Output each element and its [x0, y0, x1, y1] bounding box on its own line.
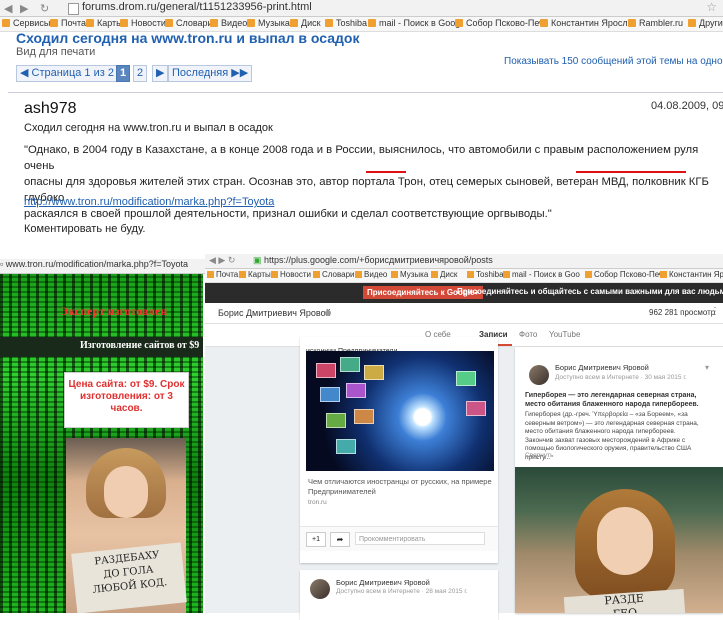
print-view-label: Вид для печати	[16, 46, 96, 58]
post-subject: Сходил сегодня на www.tron.ru и выпал в …	[24, 122, 273, 134]
post-card: исконнии Предприниматели Чем отличаются …	[300, 337, 498, 563]
photo-sign: РАЗДЕ ГЕО	[563, 588, 687, 613]
post-date: 04.08.2009, 09	[651, 100, 723, 112]
tron-banner: Эксперт изготовлен	[60, 304, 168, 318]
page-1-button[interactable]: 1	[116, 65, 131, 82]
post-meta: Доступно всем в Интернете · 30 мая 2015 …	[555, 374, 687, 381]
bookmark-item[interactable]: Константин Яросла	[540, 18, 633, 28]
gplus-stream: исконнии Предприниматели Чем отличаются …	[205, 337, 723, 620]
reload-icon[interactable]: ↻	[40, 2, 49, 15]
woman-photo: РАЗДЕБАХУ ДО ГОЛА ЛЮБОЙ КОД.	[66, 438, 187, 613]
photo-sign: РАЗДЕБАХУ ДО ГОЛА ЛЮБОЙ КОД.	[71, 542, 187, 613]
gplus-profile-bar: Борис Дмитриевич Яровой 962 281 просмотр…	[205, 303, 723, 324]
card-description[interactable]: Чем отличаются иностранцы от русских, на…	[308, 477, 493, 497]
bookmark-item[interactable]: Словари	[165, 18, 213, 28]
red-underline	[576, 171, 686, 173]
tab-youtube[interactable]: YouTube	[549, 330, 580, 339]
topic-title[interactable]: Сходил сегодня на www.tron.ru и выпал в …	[16, 30, 359, 46]
page-2-button[interactable]: 2	[133, 65, 148, 82]
price-box: Цена сайта: от $9. Срок изготовления: от…	[64, 372, 189, 428]
prev-icon: ◀	[20, 67, 32, 79]
bookmark-item[interactable]: Музыка	[391, 270, 428, 279]
bookmark-item[interactable]: Почта	[207, 270, 238, 279]
views-count: 962 281 просмотр	[649, 308, 716, 317]
avatar[interactable]	[310, 579, 330, 599]
url-field[interactable]: forums.drom.ru/general/t1151233956-print…	[82, 1, 312, 13]
url-field[interactable]: ▣ https://plus.google.com/+борисдмитриев…	[253, 255, 493, 266]
tron-address-bar[interactable]: ▫ www.tron.ru/modification/marka.php?f=T…	[0, 259, 205, 274]
comment-input[interactable]: Прокомментировать	[355, 532, 485, 545]
bookmark-item[interactable]: Карты	[239, 270, 271, 279]
post-line: раскаялся в своей прошлой деятельности, …	[24, 208, 552, 220]
forward-icon[interactable]: ▶	[20, 2, 28, 15]
more-icon[interactable]: ⋮	[710, 306, 720, 317]
pager-label[interactable]: ◀ Страница 1 из 2	[16, 65, 118, 82]
show-all-link[interactable]: Показывать 150 сообщений этой темы на од…	[504, 56, 723, 67]
post-author-name[interactable]: Борис Дмитриевич Яровой	[336, 578, 430, 587]
card-site: tron.ru	[308, 499, 327, 506]
bookmark-item[interactable]: Новости	[271, 270, 311, 279]
bookmark-item[interactable]: Новости	[120, 18, 166, 28]
avatar[interactable]	[529, 365, 549, 385]
post-card: Борис Дмитриевич Яровой Доступно всем в …	[515, 347, 723, 613]
collapse-link[interactable]: Свернуть	[525, 452, 554, 459]
address-bar: ◀ ▶ ↻ forums.drom.ru/general/t1151233956…	[0, 0, 723, 17]
divider	[8, 92, 723, 93]
woman-photo[interactable]: РАЗДЕ ГЕО	[515, 467, 723, 613]
bookmark-item[interactable]: Музыка	[247, 18, 290, 28]
bookmark-item[interactable]: Карты	[86, 18, 123, 28]
bookmark-item[interactable]: Диск	[290, 18, 321, 28]
bookmark-item[interactable]: mail - Поиск в Goo	[503, 270, 580, 279]
lock-icon: ▣	[253, 255, 265, 265]
post-author-name[interactable]: Борис Дмитриевич Яровой	[555, 363, 649, 372]
tron-page: Эксперт изготовлен Изготовление сайтов о…	[0, 274, 203, 613]
bookmark-item[interactable]: Toshiba	[325, 18, 367, 28]
profile-name[interactable]: Борис Дмитриевич Яровой	[218, 308, 331, 318]
bookmark-item[interactable]: mail - Поиск в Goog	[368, 18, 460, 28]
bookmark-item[interactable]: Видео	[210, 18, 247, 28]
tab-photos[interactable]: Фото	[519, 330, 537, 339]
post-comment: Коментировать не буду.	[24, 223, 146, 235]
card-actions: +1 ➦ Прокомментировать	[300, 526, 498, 551]
back-icon[interactable]: ◀ ▶ ↻	[209, 255, 235, 266]
bookmark-item[interactable]: Rambler.ru	[628, 18, 683, 28]
verified-icon	[325, 310, 331, 316]
join-slogan: Присоединяйтесь и общайтесь с самыми важ…	[457, 287, 723, 296]
post-line: "Однако, в 2004 году в Казахстане, а в к…	[24, 144, 699, 172]
bookmark-item[interactable]: Другие	[688, 18, 723, 28]
last-icon: ▶▶	[228, 67, 249, 79]
chevron-down-icon[interactable]: ▾	[705, 363, 709, 372]
share-icon[interactable]: ➦	[330, 532, 350, 547]
post-link[interactable]: http://www.tron.ru/modification/marka.ph…	[24, 196, 274, 208]
post-body: "Однако, в 2004 году в Казахстане, а в к…	[24, 142, 723, 222]
last-page-button[interactable]: Последняя ▶▶	[168, 65, 253, 82]
gplus-address-bar: ◀ ▶ ↻ ▣ https://plus.google.com/+борисдм…	[205, 254, 723, 269]
post-lead: Гиперборея — это легендарная северная ст…	[525, 392, 699, 408]
next-page-button[interactable]: ▶	[152, 65, 169, 82]
globe-image[interactable]	[306, 351, 494, 471]
post-author: ash978	[24, 100, 77, 117]
gplus-bookmarks-bar: Почта Карты Новости Словари Видео Музыка…	[205, 269, 723, 283]
red-underline	[366, 171, 406, 173]
bookmark-item[interactable]: Toshiba	[467, 270, 504, 279]
page-icon	[68, 3, 79, 15]
post-meta: Доступно всем в Интернете · 28 мая 2015 …	[336, 588, 468, 595]
tron-dark-bar: Изготовление сайтов от $9	[0, 337, 203, 357]
bookmark-item[interactable]: Собор Псково-Печ	[455, 18, 544, 28]
bookmark-item[interactable]: Собор Псково-Печ	[585, 270, 663, 279]
bookmark-item[interactable]: Словари	[313, 270, 355, 279]
back-icon[interactable]: ◀	[4, 2, 12, 15]
bookmark-item[interactable]: Диск	[431, 270, 457, 279]
plus-one-button[interactable]: +1	[306, 532, 326, 547]
gplus-join-bar: Присоединяйтесь к Google+ Присоединяйтес…	[205, 283, 723, 303]
bookmark-item[interactable]: Почта	[50, 18, 86, 28]
bookmark-item[interactable]: Сервисы	[2, 18, 50, 28]
star-icon[interactable]: ☆	[706, 0, 717, 14]
bookmark-item[interactable]: Видео	[355, 270, 387, 279]
bookmark-item[interactable]: Константин Ярос	[660, 270, 723, 279]
